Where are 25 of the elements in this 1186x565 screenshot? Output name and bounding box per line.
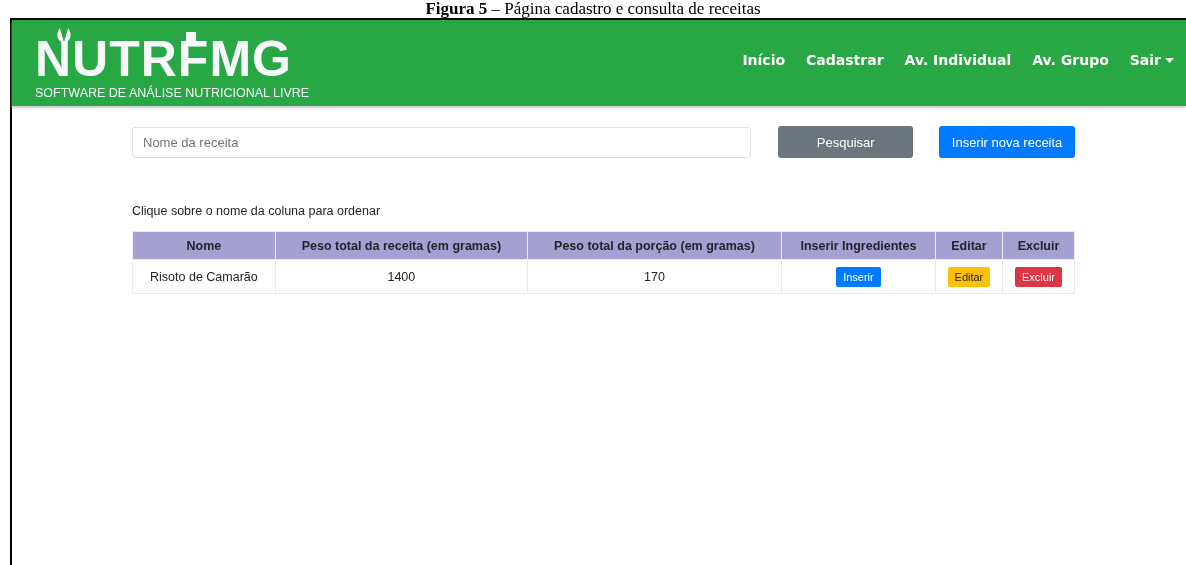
insert-button[interactable]: Inserir	[836, 266, 881, 287]
table-cell: 1400	[275, 259, 528, 294]
nav-link[interactable]: Av. Individual	[904, 52, 1012, 68]
figure-caption: Figura 5 – Página cadastro e consulta de receitas	[424, 0, 762, 18]
table-cell: Risoto de Camarão	[132, 259, 276, 294]
dropdown-menu-link[interactable]: Sair	[1129, 52, 1174, 68]
nav-link[interactable]: Início	[742, 52, 786, 68]
search-button[interactable]: Pesquisar	[778, 126, 914, 158]
table-cell: 170	[527, 259, 782, 294]
column-header[interactable]: Editar	[935, 231, 1003, 260]
sort-hint: Clique sobre o nome da coluna para ordenar	[132, 204, 382, 218]
column-header[interactable]: Excluir	[1002, 231, 1075, 260]
column-header[interactable]: Peso total da porção (em gramas)	[527, 231, 782, 260]
delete-button[interactable]: Excluir	[1015, 266, 1062, 287]
nav-link[interactable]: Av. Grupo	[1032, 52, 1109, 68]
nav-link[interactable]: Cadastrar	[806, 52, 884, 68]
new-recipe-button[interactable]: Inserir nova receita	[939, 126, 1075, 158]
column-header[interactable]: Peso total da receita (em gramas)	[275, 231, 528, 260]
column-header[interactable]: Nome	[132, 231, 276, 260]
recipe-name-field[interactable]: Nome da receita	[132, 126, 752, 158]
edit-button[interactable]: Editar	[947, 266, 991, 287]
logo-text[interactable]: NUTRFMG	[35, 34, 310, 84]
logo-tagline: SOFTWARE DE ANÁLISE NUTRICIONAL LIVRE	[35, 86, 310, 100]
column-header[interactable]: Inserir Ingredientes	[781, 231, 936, 260]
caret-icon	[1165, 57, 1174, 63]
